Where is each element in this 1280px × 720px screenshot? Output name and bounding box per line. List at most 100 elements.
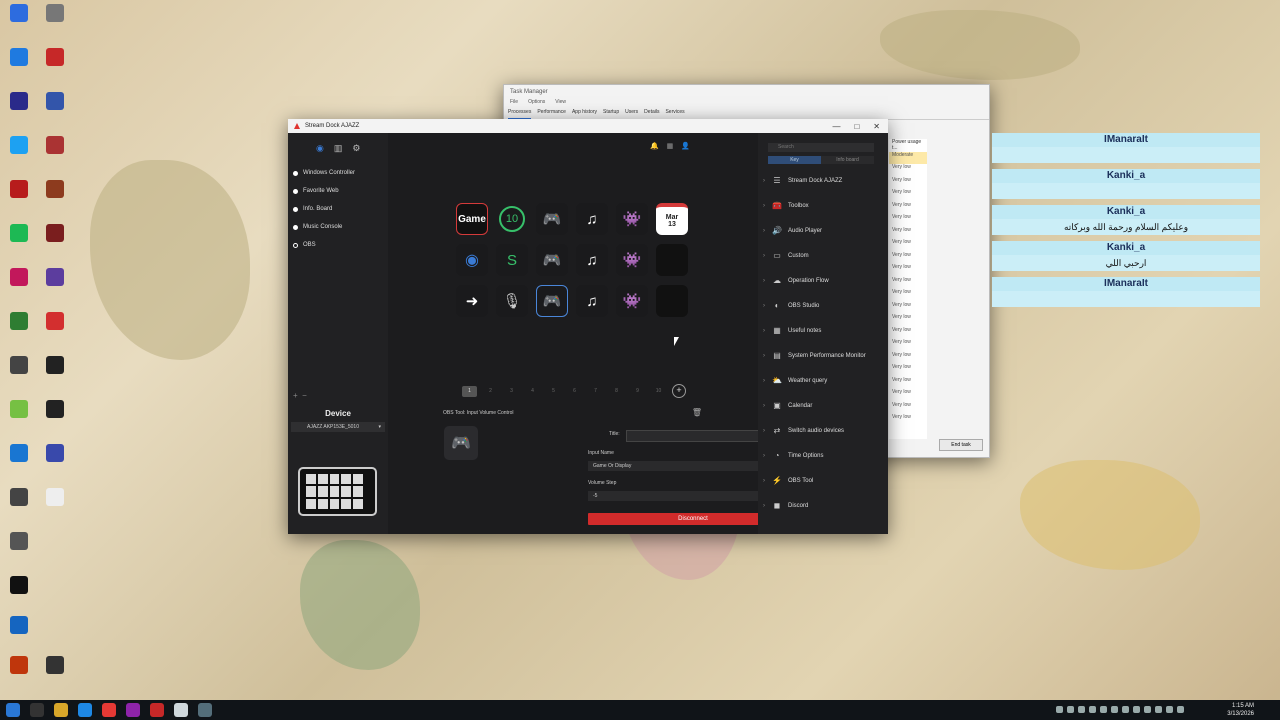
desktop-icon[interactable] (2, 488, 36, 506)
plugin-search-input[interactable]: Search (768, 143, 874, 152)
profile-item-info-board[interactable]: Info. Board (288, 200, 388, 218)
plugin-category[interactable]: › ◼ Discord (758, 493, 888, 518)
key-arrow[interactable]: ➜ (456, 285, 488, 317)
menu-file[interactable]: File (510, 99, 518, 109)
segment-key[interactable]: Key (768, 156, 821, 164)
action-icon-gamepad[interactable]: 🎮 (444, 426, 478, 460)
taskbar-app-icon[interactable] (174, 703, 188, 717)
taskbar-clock[interactable]: 1:15 AM 3/13/2026 (1227, 702, 1254, 718)
segment-info-board[interactable]: Info board (821, 156, 874, 164)
key-discord[interactable]: 👾 (616, 285, 648, 317)
page-button[interactable]: 9 (630, 386, 645, 397)
key-game[interactable]: Game (456, 203, 488, 235)
file-explorer-icon[interactable] (54, 703, 68, 717)
tab-performance[interactable]: Performance (537, 109, 566, 119)
key-spot[interactable]: S (496, 244, 528, 276)
taskbar-app-icon[interactable] (78, 703, 92, 717)
desktop-icon[interactable] (2, 400, 36, 418)
desktop-icon[interactable] (38, 48, 72, 66)
desktop-icon[interactable] (2, 656, 36, 674)
tab-processes[interactable]: Processes (508, 109, 532, 119)
profile-item-windows-controller[interactable]: Windows Controller (288, 164, 388, 182)
desktop-icon[interactable] (38, 312, 72, 330)
sliders-icon[interactable]: ▥ (334, 143, 343, 154)
add-profile-button[interactable]: + (293, 391, 298, 400)
key-empty[interactable] (656, 285, 688, 317)
user-icon[interactable]: 👤 (681, 142, 690, 150)
page-button[interactable]: 10 (651, 386, 666, 397)
add-page-button[interactable]: + (672, 384, 686, 398)
plugin-category[interactable]: › ⚡ OBS Tool (758, 468, 888, 493)
taskbar-app-icon[interactable] (126, 703, 140, 717)
menu-view[interactable]: View (555, 99, 566, 109)
desktop-icon[interactable] (2, 616, 36, 634)
plugin-category[interactable]: › ☁ Operation Flow (758, 268, 888, 293)
plugin-category[interactable]: › ⛅ Weather query (758, 368, 888, 393)
desktop-icon[interactable] (2, 4, 36, 22)
desktop-icon[interactable] (38, 488, 72, 506)
bell-icon[interactable]: 🔔 (650, 142, 659, 150)
key-discord[interactable]: 👾 (616, 244, 648, 276)
tab-app-history[interactable]: App history (572, 109, 597, 119)
key-empty[interactable] (656, 244, 688, 276)
key-mic[interactable]: 🎙 (496, 285, 528, 317)
plugin-category[interactable]: › ⇄ Switch audio devices (758, 418, 888, 443)
desktop-icon[interactable] (38, 356, 72, 374)
key-eye[interactable]: ◉ (456, 244, 488, 276)
search-icon[interactable] (30, 703, 44, 717)
desktop-icon[interactable] (2, 444, 36, 462)
page-button[interactable]: 6 (567, 386, 582, 397)
plugin-category[interactable]: › ▦ Useful notes (758, 318, 888, 343)
page-button[interactable]: 3 (504, 386, 519, 397)
desktop-icon[interactable] (2, 268, 36, 286)
key-calendar[interactable]: Mar 13 (656, 203, 688, 235)
plugin-category[interactable]: › ☰ Stream Dock AJAZZ (758, 168, 888, 193)
desktop-icon[interactable] (38, 268, 72, 286)
close-button[interactable]: ✕ (873, 122, 880, 131)
remove-profile-button[interactable]: − (302, 391, 307, 400)
desktop-icon[interactable] (38, 136, 72, 154)
key-gamepad[interactable]: 🎮 (536, 203, 568, 235)
desktop-icon[interactable] (38, 444, 72, 462)
key-ring10[interactable]: 10 (499, 206, 525, 232)
key-discord[interactable]: 👾 (616, 203, 648, 235)
taskbar-app-icon[interactable] (102, 703, 116, 717)
plugin-category[interactable]: › 🔊 Audio Player (758, 218, 888, 243)
desktop-icon[interactable] (2, 532, 36, 550)
start-button[interactable] (6, 703, 20, 717)
page-button[interactable]: 1 (462, 385, 477, 397)
key-music[interactable]: ♫ (576, 203, 608, 235)
tab-services[interactable]: Services (665, 109, 684, 119)
stream-dock-titlebar[interactable]: Stream Dock AJAZZ — □ ✕ (288, 119, 888, 133)
plugin-category[interactable]: › ◔ Time Options (758, 443, 888, 468)
plugin-category[interactable]: › ▣ Calendar (758, 393, 888, 418)
plugin-category[interactable]: › ▭ Custom (758, 243, 888, 268)
page-button[interactable]: 8 (609, 386, 624, 397)
menu-options[interactable]: Options (528, 99, 545, 109)
page-button[interactable]: 2 (483, 386, 498, 397)
desktop-icon[interactable] (2, 92, 36, 110)
tab-details[interactable]: Details (644, 109, 659, 119)
tab-users[interactable]: Users (625, 109, 638, 119)
desktop-icon[interactable] (38, 92, 72, 110)
desktop-icon[interactable] (38, 656, 72, 674)
maximize-button[interactable]: □ (854, 122, 859, 131)
plugin-category[interactable]: › ◐ OBS Studio (758, 293, 888, 318)
key-music[interactable]: ♫ (576, 285, 608, 317)
taskbar-app-icon[interactable] (150, 703, 164, 717)
globe-icon[interactable]: ◉ (316, 143, 324, 154)
profile-item-favorite-web[interactable]: Favorite Web (288, 182, 388, 200)
desktop-icon[interactable] (2, 356, 36, 374)
key-music[interactable]: ♫ (576, 244, 608, 276)
trash-icon[interactable]: 🗑 (692, 408, 702, 417)
profile-item-obs[interactable]: OBS (288, 236, 388, 254)
plugin-category[interactable]: › 🧰 Toolbox (758, 193, 888, 218)
desktop-icon[interactable] (2, 48, 36, 66)
column-header[interactable]: Power usage t... (889, 139, 927, 152)
tab-startup[interactable]: Startup (603, 109, 619, 119)
profile-item-music-console[interactable]: Music Console (288, 218, 388, 236)
desktop-icon[interactable] (38, 4, 72, 22)
gear-icon[interactable]: ⚙ (352, 143, 360, 154)
key-gamepad[interactable]: 🎮 (536, 244, 568, 276)
page-button[interactable]: 5 (546, 386, 561, 397)
